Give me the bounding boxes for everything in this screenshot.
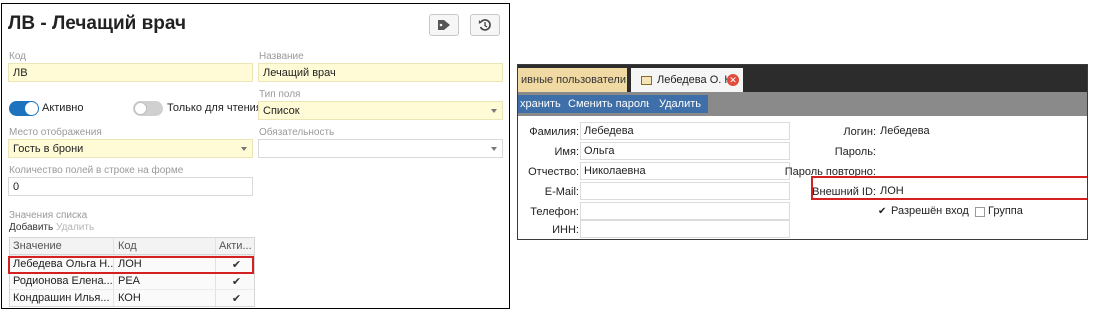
field-type-select[interactable]: Список [258, 101, 503, 120]
page-title: ЛВ - Лечащий врач [8, 13, 187, 34]
toolbar: хранить Сменить пароль Удалить [518, 92, 1087, 116]
column-header-active[interactable]: Акти... [216, 238, 254, 254]
tag-button[interactable] [429, 14, 459, 36]
inn-field[interactable] [580, 220, 790, 238]
required-label: Обязательность [259, 127, 335, 138]
highlight-frame [8, 256, 254, 274]
name-label: Название [259, 51, 304, 62]
close-icon[interactable]: ✕ [727, 74, 739, 86]
surname-field[interactable]: Лебедева [580, 122, 790, 140]
fields-per-row-input[interactable]: 0 [8, 177, 253, 196]
login-label: Логин: [843, 126, 876, 138]
group-label: Группа [988, 205, 1023, 217]
active-toggle[interactable] [9, 101, 39, 116]
field-type-label: Тип поля [259, 89, 301, 100]
table-header: Значение Код Акти... [10, 238, 254, 255]
first-name-field[interactable]: Ольга [580, 142, 790, 160]
readonly-label: Только для чтения [167, 102, 262, 114]
row-code: КОН [114, 290, 216, 306]
tab-user-card[interactable]: Лебедева О. Н. ✕ [631, 68, 743, 92]
table-row[interactable]: Родионова Елена... РЕА ✔ [10, 272, 254, 289]
surname-label: Фамилия: [529, 126, 579, 138]
phone-label: Телефон: [530, 206, 579, 218]
first-name-label: Имя: [554, 146, 579, 158]
table-row[interactable]: Кондрашин Илья... КОН ✔ [10, 289, 254, 306]
phone-field[interactable] [580, 202, 790, 220]
name-field[interactable]: Лечащий врач [258, 63, 503, 82]
row-code: РЕА [114, 273, 216, 289]
email-field[interactable] [580, 182, 790, 200]
check-icon[interactable]: ✔ [232, 275, 241, 288]
login-allowed-label: Разрешён вход [891, 205, 969, 217]
patronymic-label: Отчество: [528, 166, 579, 178]
column-header-value[interactable]: Значение [10, 238, 114, 254]
column-header-code[interactable]: Код [114, 238, 216, 254]
display-place-label: Место отображения [9, 127, 102, 138]
document-icon [641, 76, 652, 85]
chevron-down-icon [491, 147, 497, 151]
required-select[interactable] [258, 139, 503, 158]
user-card-panel: ивные пользователи Лебедева О. Н. ✕ хран… [517, 64, 1088, 240]
row-value: Кондрашин Илья... [10, 290, 114, 306]
tab-user-card-label: Лебедева О. Н. [657, 74, 736, 86]
delete-button[interactable]: Удалить [649, 95, 708, 113]
field-settings-panel: ЛВ - Лечащий врач Код ЛВ Название Лечащи… [1, 3, 510, 309]
login-allowed-checkbox[interactable]: ✔ [878, 207, 888, 217]
email-label: E-Mail: [544, 186, 579, 198]
field-type-value: Список [263, 105, 300, 117]
display-place-value: Гость в брони [13, 143, 84, 155]
row-value: Родионова Елена... [10, 273, 114, 289]
password-label: Пароль: [834, 146, 876, 158]
add-link[interactable]: Добавить [9, 222, 53, 233]
history-icon [478, 19, 491, 31]
active-label: Активно [42, 102, 84, 114]
tab-active-users[interactable]: ивные пользователи [518, 68, 627, 92]
change-password-button[interactable]: Сменить пароль [562, 95, 658, 113]
group-checkbox[interactable] [975, 207, 985, 217]
display-place-select[interactable]: Гость в брони [8, 139, 253, 158]
inn-label: ИНН: [552, 224, 579, 236]
chevron-down-icon [241, 147, 247, 151]
save-button[interactable]: хранить [518, 95, 567, 113]
code-label: Код [9, 51, 27, 62]
chevron-down-icon [491, 109, 497, 113]
highlight-frame [811, 176, 1087, 200]
login-field[interactable]: Лебедева [876, 122, 1086, 140]
password-field[interactable] [876, 142, 1086, 160]
code-field[interactable]: ЛВ [8, 63, 253, 82]
delete-link[interactable]: Удалить [56, 222, 94, 233]
readonly-toggle[interactable] [133, 101, 163, 116]
list-values-label: Значения списка [9, 210, 88, 221]
tag-icon [438, 20, 450, 30]
fields-per-row-label: Количество полей в строке на форме [9, 165, 184, 176]
check-icon[interactable]: ✔ [232, 292, 241, 305]
tab-bar: ивные пользователи Лебедева О. Н. ✕ [518, 65, 1087, 92]
history-button[interactable] [470, 14, 500, 36]
